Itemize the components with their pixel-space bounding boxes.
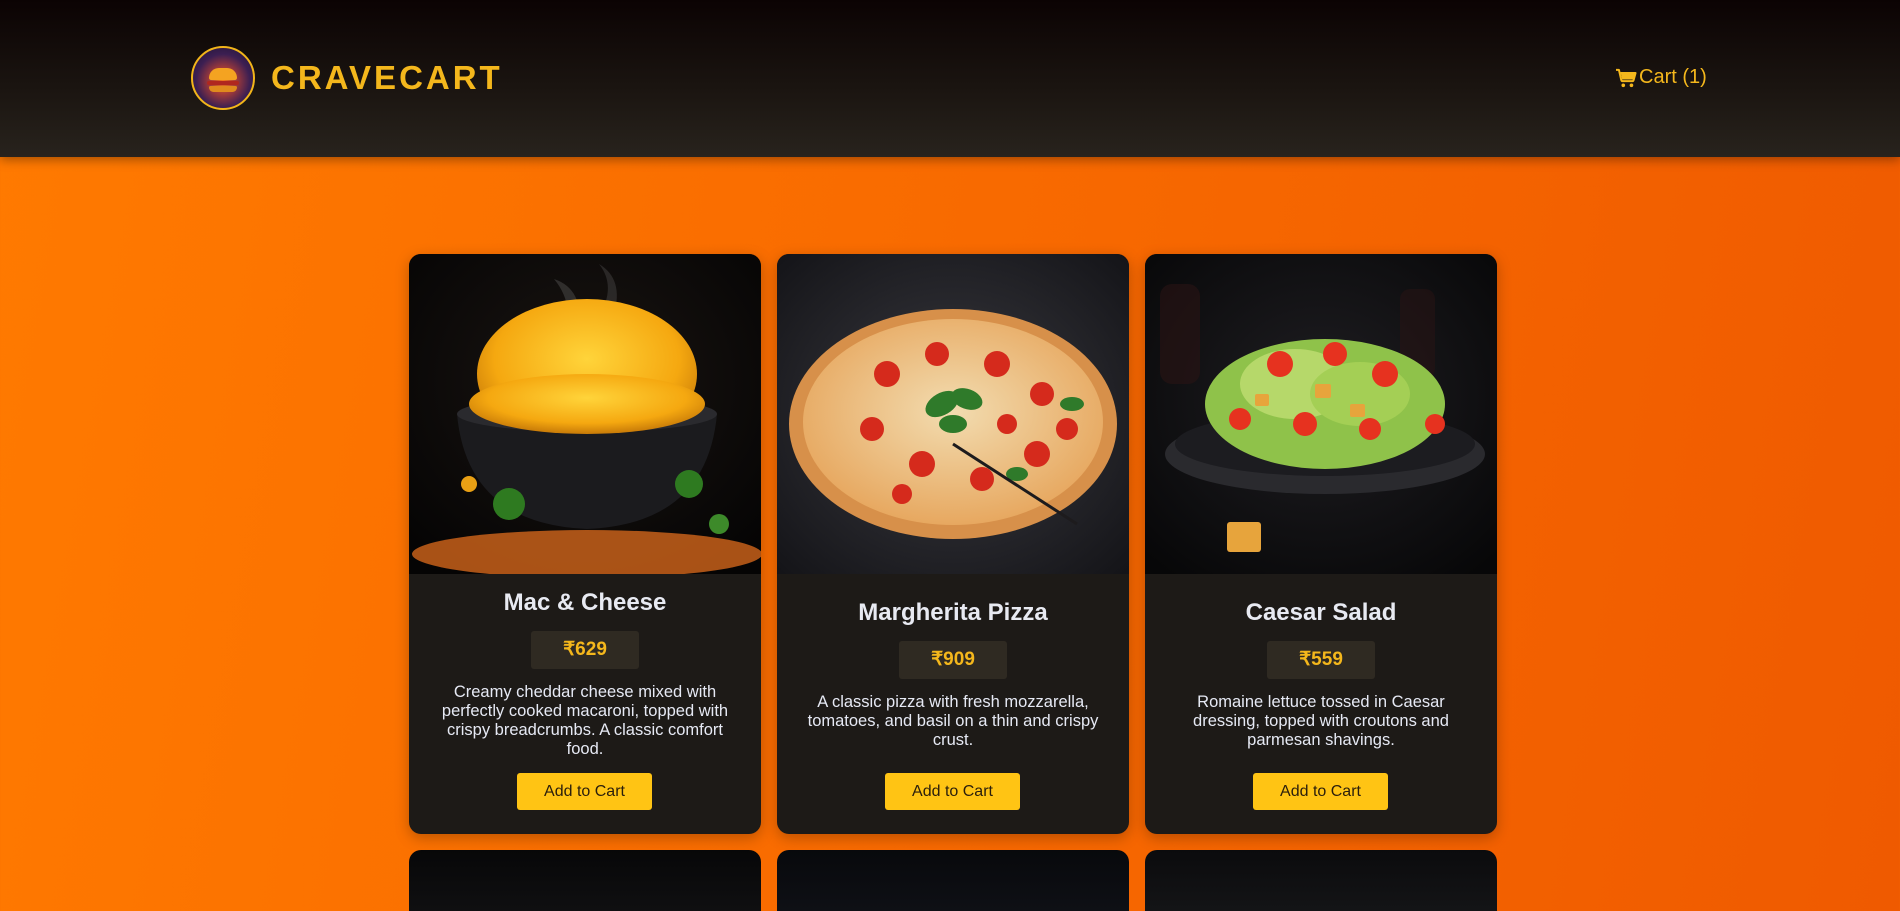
margherita-pizza-image bbox=[777, 254, 1129, 574]
product-card-partial bbox=[1145, 850, 1497, 911]
product-card-partial bbox=[777, 850, 1129, 911]
product-price: ₹909 bbox=[899, 641, 1007, 679]
cart-link[interactable]: Cart (1) bbox=[1615, 66, 1707, 89]
product-description: Romaine lettuce tossed in Caesar dressin… bbox=[1193, 693, 1449, 749]
mac-cheese-image bbox=[409, 254, 761, 574]
burger-logo-icon bbox=[191, 46, 255, 110]
product-price: ₹559 bbox=[1267, 641, 1375, 679]
product-price: ₹629 bbox=[531, 631, 639, 669]
brand-logo-link[interactable]: CRAVECART bbox=[191, 46, 503, 110]
product-card-margherita-pizza: Margherita Pizza ₹909 A classic pizza wi… bbox=[777, 254, 1129, 834]
product-title: Caesar Salad bbox=[1245, 599, 1397, 626]
product-description: Creamy cheddar cheese mixed with perfect… bbox=[441, 683, 729, 758]
site-header: CRAVECART Cart (1) bbox=[0, 0, 1900, 157]
shopping-cart-icon bbox=[1616, 68, 1637, 87]
product-description: A classic pizza with fresh mozzarella, t… bbox=[807, 693, 1099, 749]
product-card-partial bbox=[409, 850, 761, 911]
add-to-cart-button[interactable]: Add to Cart bbox=[1253, 773, 1388, 810]
product-card-mac-cheese: Mac & Cheese ₹629 Creamy cheddar cheese … bbox=[409, 254, 761, 834]
product-title: Mac & Cheese bbox=[503, 589, 667, 616]
add-to-cart-button[interactable]: Add to Cart bbox=[885, 773, 1020, 810]
product-card-caesar-salad: Caesar Salad ₹559 Romaine lettuce tossed… bbox=[1145, 254, 1497, 834]
cart-label: Cart (1) bbox=[1639, 66, 1707, 88]
brand-name: CRAVECART bbox=[271, 59, 503, 96]
product-title: Margherita Pizza bbox=[858, 599, 1048, 626]
add-to-cart-button[interactable]: Add to Cart bbox=[517, 773, 652, 810]
caesar-salad-image bbox=[1145, 254, 1497, 574]
